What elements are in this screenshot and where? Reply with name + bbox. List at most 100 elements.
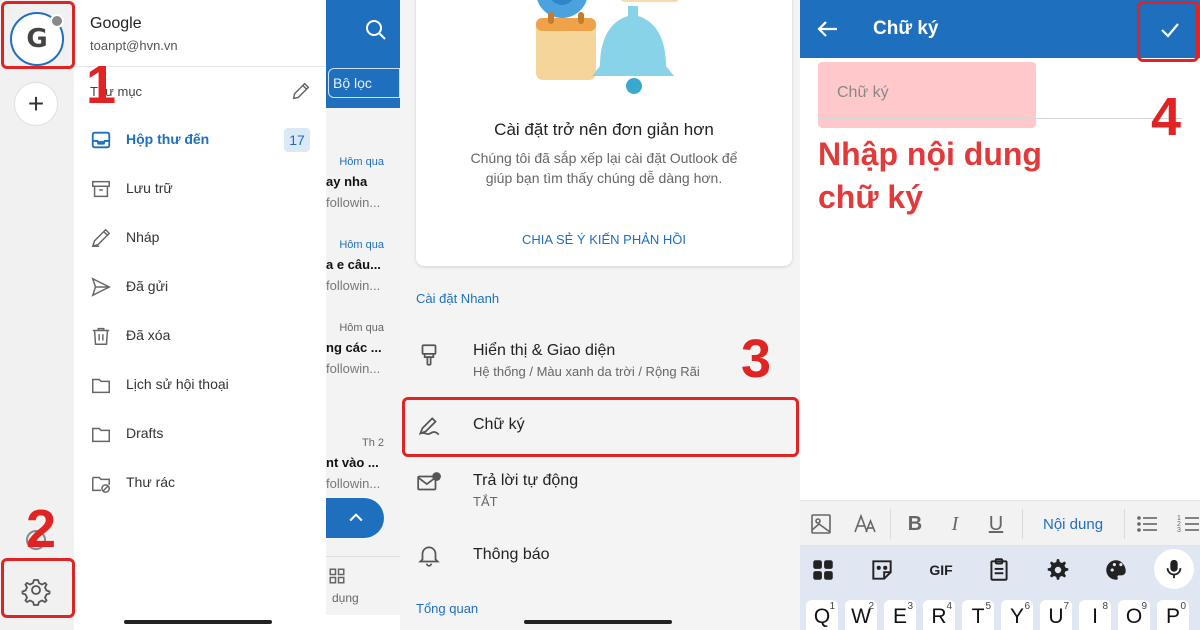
key-letter: Q bbox=[813, 605, 831, 628]
sticker-icon[interactable] bbox=[869, 557, 895, 583]
settings-illustration bbox=[536, 0, 679, 94]
card-body: Chúng tôi đã sắp xếp lại cài đặt Outlook… bbox=[470, 150, 738, 186]
setting-appearance[interactable]: Hiển thị & Giao diện Hệ thống / Màu xanh… bbox=[400, 330, 800, 392]
italic-button[interactable]: I bbox=[943, 512, 967, 536]
folder-item-sent[interactable]: Đã gửi bbox=[74, 267, 326, 307]
key-u[interactable]: U7 bbox=[1040, 600, 1072, 630]
key-w[interactable]: W2 bbox=[845, 600, 877, 630]
keyboard-toolbar: GIF bbox=[800, 546, 1200, 594]
message-preview: followin... bbox=[326, 278, 381, 293]
numbered-list-icon[interactable]: 123 bbox=[1176, 512, 1200, 536]
message-subject: a e câu... bbox=[326, 257, 381, 272]
trash-icon bbox=[92, 327, 110, 345]
step-number: 2 bbox=[26, 499, 57, 559]
key-e[interactable]: E3 bbox=[884, 600, 916, 630]
share-feedback-link[interactable]: CHIA SẺ Ý KIẾN PHẢN HỒI bbox=[416, 232, 792, 247]
bottom-nav: dụng bbox=[326, 556, 400, 615]
key-o[interactable]: O9 bbox=[1118, 600, 1150, 630]
key-r[interactable]: R4 bbox=[923, 600, 955, 630]
setting-notifications[interactable]: Thông báo bbox=[400, 534, 800, 580]
key-letter: P bbox=[1165, 605, 1180, 628]
junk-folder-icon bbox=[92, 476, 110, 493]
insert-image-icon[interactable] bbox=[809, 512, 833, 536]
folder-item-drafts-en[interactable]: Drafts bbox=[74, 414, 326, 454]
instruction-text: Nhập nội dung chữ ký bbox=[818, 133, 1078, 219]
message-row: Th 2 nt vào ... followin... bbox=[326, 437, 400, 491]
key-i[interactable]: I8 bbox=[1079, 600, 1111, 630]
highlight-account bbox=[1, 1, 75, 69]
unread-count-badge: 17 bbox=[284, 128, 310, 152]
message-subject: ay nha bbox=[326, 174, 368, 189]
folder-label: Drafts bbox=[126, 425, 164, 441]
message-row: Hôm qua a e câu... followin... bbox=[326, 239, 400, 293]
key-t[interactable]: T5 bbox=[962, 600, 994, 630]
keyboard-keys: Q1 W2 E3 R4 T5 Y6 U7 I8 O9 P0 bbox=[800, 594, 1200, 630]
key-letter: T bbox=[971, 605, 985, 628]
key-number: 0 bbox=[1180, 601, 1186, 612]
microphone-button[interactable] bbox=[1154, 549, 1194, 589]
account-name: Google bbox=[90, 15, 142, 32]
instruction-line: chữ ký bbox=[818, 179, 923, 215]
paragraph-style-select[interactable]: Nội dung bbox=[1043, 516, 1103, 533]
gear-icon[interactable] bbox=[1045, 557, 1071, 583]
apps-grid-icon[interactable] bbox=[810, 557, 836, 583]
message-preview: followin... bbox=[326, 476, 381, 491]
message-subject: nt vào ... bbox=[326, 455, 379, 470]
palette-icon[interactable] bbox=[1103, 557, 1129, 583]
key-p[interactable]: P0 bbox=[1157, 600, 1189, 630]
key-letter: E bbox=[892, 605, 907, 628]
key-y[interactable]: Y6 bbox=[1001, 600, 1033, 630]
back-arrow-icon[interactable] bbox=[814, 15, 842, 43]
bullet-list-icon[interactable] bbox=[1136, 512, 1160, 536]
archive-icon bbox=[92, 180, 110, 198]
edit-pencil-icon[interactable] bbox=[290, 80, 312, 102]
home-indicator bbox=[524, 620, 672, 624]
message-subject: ng các ... bbox=[326, 340, 382, 355]
bold-button[interactable]: B bbox=[903, 512, 927, 536]
message-date: Hôm qua bbox=[339, 322, 384, 334]
setting-auto-reply[interactable]: Trả lời tự động TẮT bbox=[400, 464, 800, 526]
key-q[interactable]: Q1 bbox=[806, 600, 838, 630]
draft-pencil-icon bbox=[91, 228, 111, 248]
highlight-signature-setting bbox=[402, 397, 799, 457]
message-row: Hôm qua ng các ... followin... bbox=[326, 322, 400, 376]
key-number: 8 bbox=[1102, 601, 1108, 612]
key-letter: U bbox=[1048, 605, 1064, 628]
message-preview: followin... bbox=[326, 361, 381, 376]
folder-item-archive[interactable]: Lưu trữ bbox=[74, 169, 326, 209]
home-indicator bbox=[124, 620, 272, 624]
key-number: 1 bbox=[829, 601, 835, 612]
filter-chip: Bộ lọc bbox=[328, 68, 400, 98]
card-title: Cài đặt trở nên đơn giản hơn bbox=[494, 120, 714, 139]
key-number: 7 bbox=[1063, 601, 1069, 612]
font-size-icon[interactable] bbox=[853, 512, 877, 536]
gif-button[interactable]: GIF bbox=[924, 557, 958, 583]
step-number: 3 bbox=[741, 329, 772, 389]
inbox-icon bbox=[91, 131, 111, 149]
message-date: Hôm qua bbox=[339, 156, 384, 168]
clipboard-icon[interactable] bbox=[986, 557, 1012, 583]
step-number: 4 bbox=[1151, 87, 1182, 147]
overview-heading: Tổng quan bbox=[416, 601, 479, 616]
search-icon bbox=[366, 20, 386, 40]
svg-text:3: 3 bbox=[1177, 527, 1181, 534]
folder-item-deleted[interactable]: Đã xóa bbox=[74, 316, 326, 356]
key-number: 5 bbox=[985, 601, 991, 612]
folder-label: Hộp thư đến bbox=[126, 131, 210, 147]
folder-label: Thư rác bbox=[126, 474, 176, 490]
highlight-settings bbox=[1, 558, 75, 618]
folder-item-junk[interactable]: Thư rác bbox=[74, 463, 326, 503]
underline-button[interactable]: U bbox=[984, 512, 1008, 536]
add-account-button[interactable]: + bbox=[14, 82, 58, 126]
setting-subtitle: Hệ thống / Màu xanh da trời / Rộng Rãi bbox=[473, 364, 700, 379]
folder-item-conversation-history[interactable]: Lịch sử hội thoại bbox=[74, 365, 326, 405]
microphone-icon bbox=[1166, 559, 1182, 579]
account-email: toanpt@hvn.vn bbox=[90, 38, 178, 53]
key-letter: Y bbox=[1009, 605, 1024, 628]
key-number: 4 bbox=[946, 601, 952, 612]
tutorial-composite: Bộ lọc Hôm qua ay nha followin... Hôm qu… bbox=[0, 0, 1200, 630]
folder-item-inbox[interactable]: Hộp thư đến 17 bbox=[74, 120, 326, 160]
quick-settings-heading: Cài đặt Nhanh bbox=[416, 291, 500, 306]
folder-item-drafts[interactable]: Nháp bbox=[74, 218, 326, 258]
panel-signature-editor: Chữ ký Chữ ký Nhập nội dung chữ ký B I U… bbox=[800, 0, 1200, 630]
